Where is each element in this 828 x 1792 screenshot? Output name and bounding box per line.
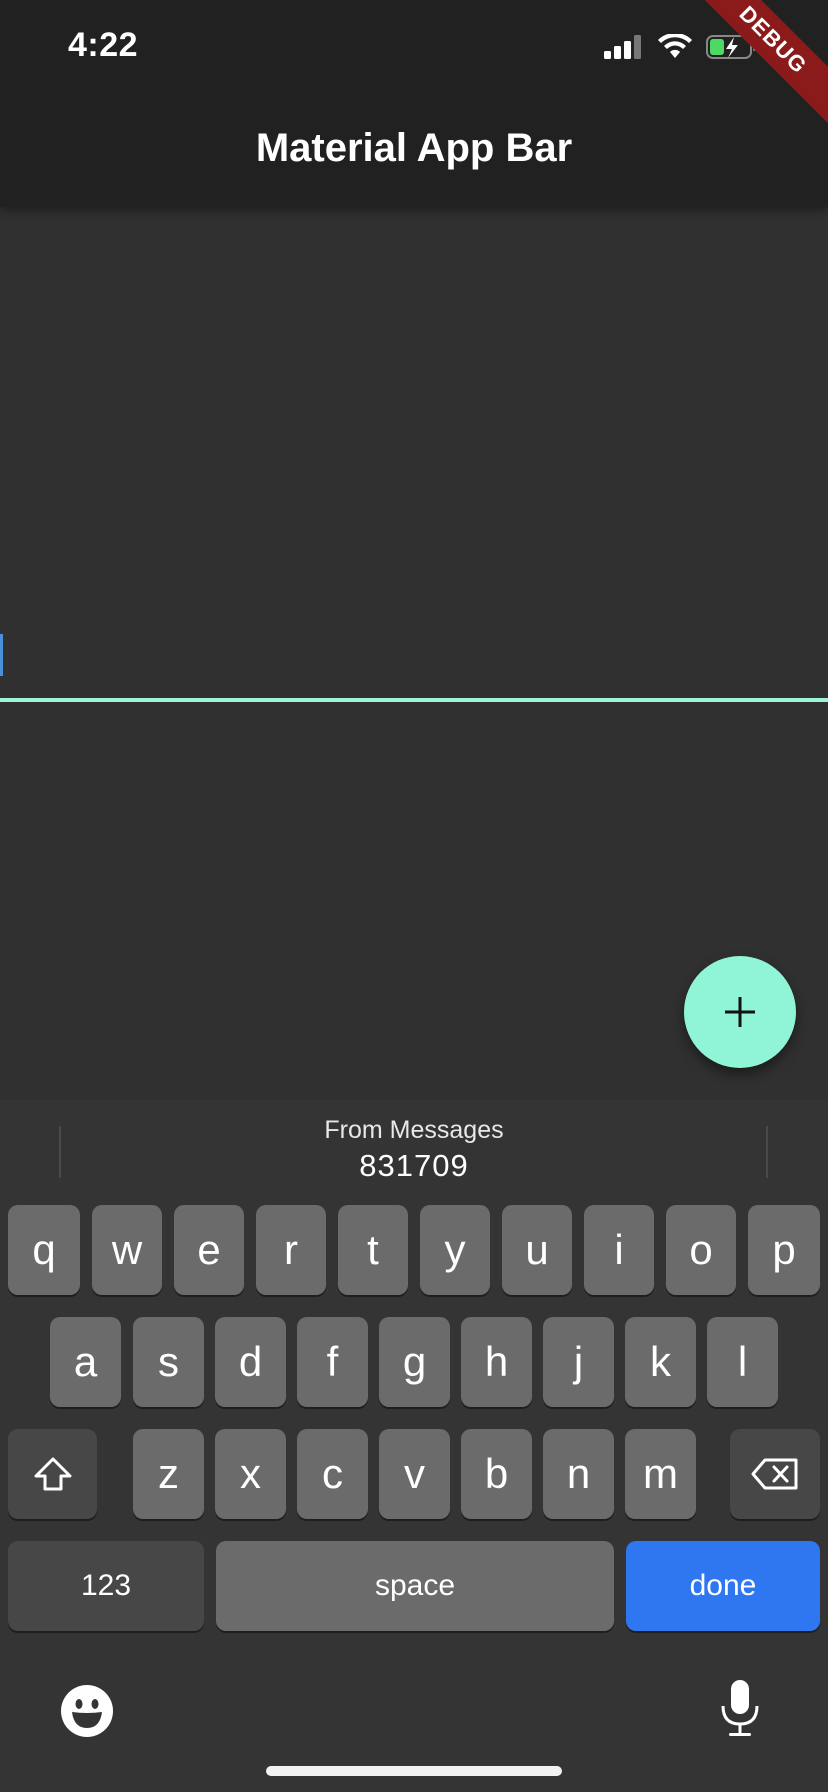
numbers-key[interactable]: 123	[8, 1541, 204, 1631]
text-input-field[interactable]	[0, 630, 828, 702]
key-k[interactable]: k	[625, 1317, 696, 1407]
key-y[interactable]: y	[420, 1205, 490, 1295]
key-i[interactable]: i	[584, 1205, 654, 1295]
app-bar: 4:22 Material App Bar	[0, 0, 828, 207]
status-time: 4:22	[68, 26, 139, 64]
suggestion-code[interactable]: 831709	[0, 1148, 828, 1184]
home-indicator[interactable]	[266, 1766, 562, 1776]
key-b[interactable]: b	[461, 1429, 532, 1519]
key-l[interactable]: l	[707, 1317, 778, 1407]
key-w[interactable]: w	[92, 1205, 162, 1295]
backspace-key[interactable]	[730, 1429, 820, 1519]
key-g[interactable]: g	[379, 1317, 450, 1407]
text-cursor	[0, 634, 3, 676]
key-h[interactable]: h	[461, 1317, 532, 1407]
add-fab-button[interactable]	[684, 956, 796, 1068]
status-icons	[604, 34, 758, 60]
signal-icon	[604, 35, 641, 59]
key-m[interactable]: m	[625, 1429, 696, 1519]
key-v[interactable]: v	[379, 1429, 450, 1519]
key-q[interactable]: q	[8, 1205, 80, 1295]
key-s[interactable]: s	[133, 1317, 204, 1407]
microphone-icon[interactable]	[718, 1678, 762, 1738]
wifi-icon	[658, 34, 692, 58]
key-j[interactable]: j	[543, 1317, 614, 1407]
key-o[interactable]: o	[666, 1205, 736, 1295]
key-x[interactable]: x	[215, 1429, 286, 1519]
suggestion-label: From Messages	[324, 1116, 504, 1144]
emoji-icon[interactable]	[60, 1684, 114, 1738]
input-underline	[0, 698, 828, 702]
space-key[interactable]: space	[216, 1541, 614, 1631]
key-f[interactable]: f	[297, 1317, 368, 1407]
key-a[interactable]: a	[50, 1317, 121, 1407]
key-t[interactable]: t	[338, 1205, 408, 1295]
plus-icon	[725, 997, 755, 1027]
suggestion-bar[interactable]: From Messages 831709	[0, 1100, 828, 1200]
key-r[interactable]: r	[256, 1205, 326, 1295]
shift-icon	[34, 1457, 71, 1491]
app-bar-title: Material App Bar	[255, 126, 573, 170]
key-z[interactable]: z	[133, 1429, 204, 1519]
key-u[interactable]: u	[502, 1205, 572, 1295]
key-d[interactable]: d	[215, 1317, 286, 1407]
keyboard: From Messages 831709 q w e r t y u i o p…	[0, 1100, 828, 1792]
key-n[interactable]: n	[543, 1429, 614, 1519]
key-c[interactable]: c	[297, 1429, 368, 1519]
key-p[interactable]: p	[748, 1205, 820, 1295]
keyboard-bottom-bar	[0, 1660, 828, 1760]
backspace-icon	[751, 1458, 798, 1490]
key-e[interactable]: e	[174, 1205, 244, 1295]
shift-key[interactable]	[8, 1429, 97, 1519]
done-key[interactable]: done	[626, 1541, 820, 1631]
